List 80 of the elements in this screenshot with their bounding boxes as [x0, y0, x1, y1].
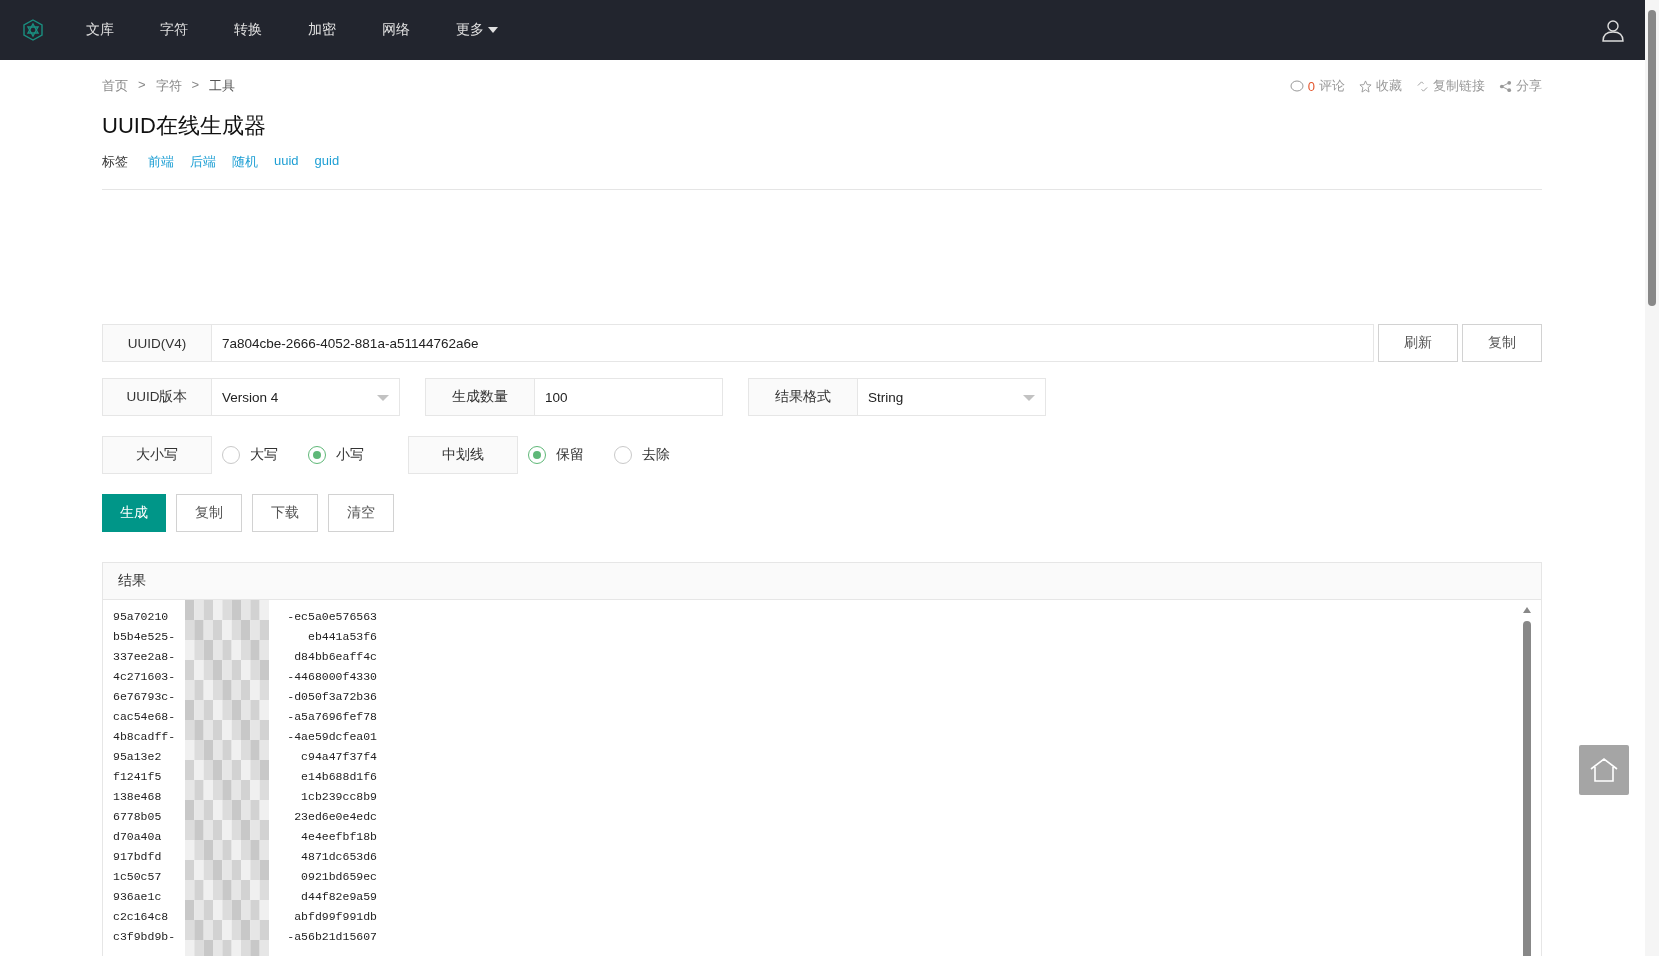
logo-icon[interactable] — [22, 19, 44, 41]
uuid-text: 95a13e2 — [113, 749, 162, 763]
uuid-text: 95a70210 — [113, 609, 169, 623]
breadcrumb-separator: > — [191, 77, 200, 94]
uuid-label: UUID(V4) — [102, 324, 212, 362]
uuid-text: b5b4e525- — [113, 629, 176, 643]
breadcrumb-link[interactable]: 字符 — [155, 77, 182, 95]
results-title: 结果 — [103, 563, 1541, 600]
uuid-text: 138e468 — [113, 789, 162, 803]
uuid-text: cac54e68- — [113, 709, 176, 723]
uuid-text: 23ed6e0e4edc — [294, 809, 377, 823]
radio-option[interactable]: 小写 — [308, 436, 364, 474]
setting-label: 结果格式 — [748, 378, 858, 416]
uuid-text: 1cb239cc8b9 — [301, 789, 377, 803]
setting-label: UUID版本 — [102, 378, 212, 416]
comment-icon — [1289, 79, 1304, 93]
uuid-text: 4b8cadff- — [113, 729, 176, 743]
share-icon — [1499, 79, 1512, 93]
breadcrumb-link[interactable]: 首页 — [102, 77, 128, 95]
uuid-text: -4468000f4330 — [287, 669, 377, 683]
star-icon — [1359, 79, 1372, 93]
breadcrumb-separator: > — [138, 77, 146, 94]
nav-more[interactable]: 更多 — [456, 21, 498, 39]
home-icon — [1589, 757, 1619, 783]
uuid-text: 917bdfd — [113, 849, 162, 863]
option-label: 大小写 — [102, 436, 212, 474]
action-button[interactable]: 清空 — [328, 494, 394, 532]
action-button[interactable]: 刷新 — [1378, 324, 1458, 362]
uuid-text: 4e4eefbf18b — [301, 829, 377, 843]
uuid-text: -ec5a0e576563 — [287, 609, 377, 623]
setting-label: 生成数量 — [425, 378, 535, 416]
uuid-text: 4871dc653d6 — [301, 849, 377, 863]
user-icon[interactable] — [1601, 18, 1625, 42]
nav-item[interactable]: 字符 — [160, 21, 188, 39]
uuid-text: f1241f5 — [113, 769, 162, 783]
action-button[interactable]: 复制 — [176, 494, 242, 532]
select-field[interactable]: Version 4 — [212, 378, 400, 416]
uuid-text: abfd99f991db — [294, 909, 377, 923]
uuid-text: d44f82e9a59 — [301, 889, 377, 903]
select-field[interactable]: String — [858, 378, 1046, 416]
uuid-text: e14b688d1f6 — [301, 769, 377, 783]
breadcrumb-link[interactable]: 工具 — [209, 77, 236, 95]
uuid-text: 4c271603- — [113, 669, 176, 683]
nav-item[interactable]: 转换 — [234, 21, 262, 39]
uuid-text: eb441a53f6 — [308, 629, 377, 643]
uuid-text: c3f9bd9b- — [113, 929, 176, 943]
results-scrollbar[interactable] — [1523, 607, 1531, 956]
uuid-text: -a5a7696fef78 — [287, 709, 377, 723]
uuid-text: 936ae1c — [113, 889, 162, 903]
uuid-text: d70a40a — [113, 829, 162, 843]
uuid-text: 337ee2a8- — [113, 649, 176, 663]
action-button[interactable]: 复制 — [1462, 324, 1542, 362]
uuid-text: c94a47f37f4 — [301, 749, 377, 763]
uuid-text: 1c50c57 — [113, 869, 162, 883]
tags-label: 标签 — [102, 153, 128, 171]
input-field[interactable]: 100 — [535, 378, 723, 416]
radio-option[interactable]: 大写 — [222, 436, 278, 474]
uuid-text: d84bb6eaff4c — [294, 649, 377, 663]
nav-item[interactable]: 网络 — [382, 21, 410, 39]
uuid-text: -4ae59dcfea01 — [287, 729, 377, 743]
uuid-text: c2c164c8 — [113, 909, 169, 923]
uuid-field[interactable]: 7a804cbe-2666-4052-881a-a51144762a6e — [212, 324, 1374, 362]
option-label: 中划线 — [408, 436, 518, 474]
nav-item[interactable]: 加密 — [308, 21, 336, 39]
uuid-text: -d050f3a72b36 — [287, 689, 377, 703]
nav-item[interactable]: 文库 — [86, 21, 114, 39]
generate-button[interactable]: 生成 — [102, 494, 166, 532]
page-scrollbar[interactable] — [1645, 0, 1659, 956]
uuid-text: 0921bd659ec — [301, 869, 377, 883]
radio-option[interactable]: 保留 — [528, 436, 584, 474]
home-button[interactable] — [1579, 745, 1629, 795]
uuid-text: 6778b05 — [113, 809, 162, 823]
link-icon — [1416, 79, 1429, 93]
action-button[interactable]: 下载 — [252, 494, 318, 532]
uuid-text: -a56b21d15607 — [287, 929, 377, 943]
comment-count[interactable]: 0 — [1307, 78, 1315, 94]
radio-option[interactable]: 去除 — [614, 436, 670, 474]
uuid-text: 6e76793c- — [113, 689, 176, 703]
caret-icon — [488, 27, 498, 33]
page-title: UUID在线生成器 — [102, 112, 267, 140]
